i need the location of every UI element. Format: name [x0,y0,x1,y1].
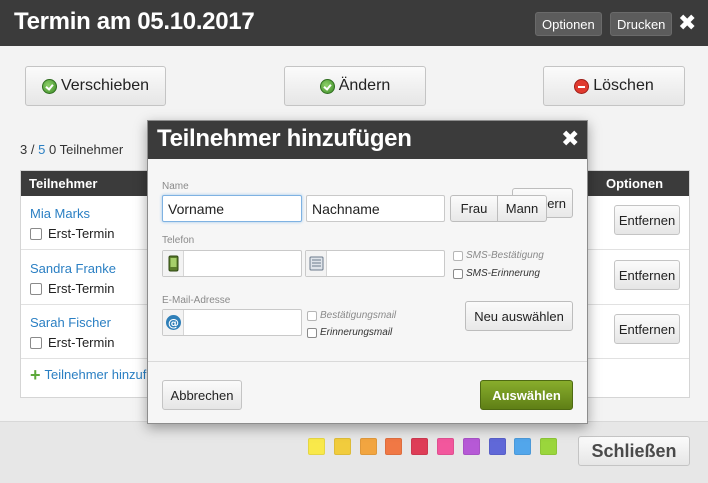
checkbox-label: SMS-Bestätigung [466,250,544,261]
edit-icon [319,78,335,94]
dialog-title: Teilnehmer hinzufügen [157,125,412,152]
confirm-mail-checkbox[interactable]: Bestätigungsmail [307,310,396,321]
first-appointment-checkbox[interactable]: Erst-Termin [30,226,114,241]
color-swatch[interactable] [308,438,325,455]
color-swatch[interactable] [462,438,480,455]
move-icon [41,78,57,94]
gender-male-button[interactable]: Mann [497,195,547,222]
hidden-button-text: ern [547,195,566,211]
select-new-button[interactable]: Neu auswählen [465,301,573,331]
column-participant: Teilnehmer [29,176,98,191]
window-footer: Schließen [0,421,708,483]
participant-name[interactable]: Sandra Franke [30,261,116,276]
landline-phone-icon [306,251,327,276]
cancel-button[interactable]: Abbrechen [162,380,242,410]
color-swatch[interactable] [514,438,532,455]
checkbox-box[interactable] [30,227,42,240]
email-field[interactable]: @ [162,309,302,336]
checkbox-box[interactable] [307,327,317,338]
color-swatch[interactable] [333,438,351,455]
dialog-footer: Abbrechen Auswählen [148,361,587,423]
count-current: 3 [20,142,28,157]
at-icon: @ [163,310,184,335]
checkbox-label: Bestätigungsmail [320,310,397,321]
move-button-label: Verschieben [60,77,150,94]
color-swatch[interactable] [488,438,506,455]
checkbox-box[interactable] [453,268,463,279]
delete-button-label: Löschen [593,77,654,94]
color-swatch[interactable] [359,438,377,455]
choose-button[interactable]: Auswählen [480,380,573,410]
column-options: Optionen [606,176,664,191]
checkbox-box[interactable] [307,310,317,321]
close-icon[interactable]: ✖ [678,10,696,36]
checkbox-label: Erinnerungsmail [320,327,393,338]
remove-button[interactable]: Entfernen [614,260,680,290]
checkbox-box[interactable] [30,282,42,295]
color-swatch[interactable] [385,438,403,455]
first-appointment-checkbox[interactable]: Erst-Termin [30,281,114,296]
checkbox-label: Erst-Termin [48,281,115,296]
gender-female-button[interactable]: Frau [450,195,498,222]
remove-button[interactable]: Entfernen [614,205,680,235]
participant-name[interactable]: Mia Marks [30,206,90,221]
color-swatch[interactable] [437,438,454,455]
edit-button[interactable]: Ändern [284,66,426,106]
add-participant-link[interactable]: + Teilnehmer hinzuf [30,364,147,385]
move-button[interactable]: Verschieben [25,66,166,106]
phone-label: Telefon [162,235,195,246]
count-suffix: Teilnehmer [59,142,124,157]
firstname-input[interactable] [162,195,302,222]
delete-icon [574,78,590,94]
dialog-header: Teilnehmer hinzufügen ✖ [148,121,587,159]
options-button[interactable]: Optionen [535,12,602,36]
add-participant-dialog: Teilnehmer hinzufügen ✖ ern Name Frau Ma… [147,120,588,424]
svg-text:@: @ [168,317,179,330]
mobile-phone-icon [163,251,184,276]
checkbox-label: SMS-Erinnerung [466,268,540,279]
color-swatch[interactable] [411,438,429,455]
edit-button-label: Ändern [338,77,391,94]
count-pending: 0 [48,142,57,157]
color-swatch[interactable] [540,438,558,455]
count-max[interactable]: 5 [38,142,45,157]
participant-name[interactable]: Sarah Fischer [30,315,111,330]
close-button[interactable]: Schließen [578,436,690,466]
participant-count: 3 / 5 0 Teilnehmer [20,142,123,157]
checkbox-label: Erst-Termin [48,226,115,241]
reminder-mail-checkbox[interactable]: Erinnerungsmail [307,327,392,338]
close-icon[interactable]: ✖ [561,126,579,152]
sms-confirm-checkbox[interactable]: SMS-Bestätigung [453,250,544,261]
checkbox-label: Erst-Termin [48,335,115,350]
name-label: Name [162,181,189,192]
window-header: Termin am 05.10.2017 Optionen Drucken ✖ [0,0,708,46]
email-label: E-Mail-Adresse [162,295,231,306]
delete-button[interactable]: Löschen [543,66,685,106]
sms-reminder-checkbox[interactable]: SMS-Erinnerung [453,268,540,279]
count-separator: / [30,142,35,157]
window-title: Termin am 05.10.2017 [14,8,255,35]
mobile-phone-field[interactable] [162,250,302,277]
add-participant-label: Teilnehmer hinzuf [44,367,147,382]
remove-button[interactable]: Entfernen [614,314,680,344]
lastname-input[interactable] [306,195,445,222]
checkbox-box[interactable] [453,250,463,261]
landline-phone-field[interactable] [305,250,445,277]
plus-icon: + [30,364,41,385]
checkbox-box[interactable] [30,336,42,349]
first-appointment-checkbox[interactable]: Erst-Termin [30,335,114,350]
print-button[interactable]: Drucken [610,12,673,36]
